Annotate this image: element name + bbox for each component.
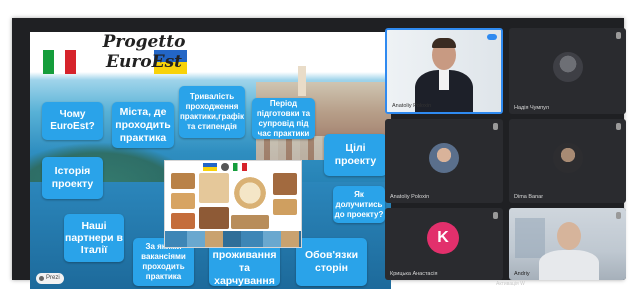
participant-tile-active[interactable]: Anatoliy Poloxin xyxy=(385,28,503,114)
activation-watermark: Активація W xyxy=(496,281,525,287)
food-photo xyxy=(231,215,269,229)
mic-muted-icon xyxy=(616,212,621,219)
participant-tile[interactable]: Надія Чумпул xyxy=(509,28,626,114)
participant-tile[interactable]: Anatoliy Poloxin xyxy=(385,119,503,203)
food-photo xyxy=(273,173,297,195)
coast-photo-strip xyxy=(165,231,301,247)
duties-button[interactable]: Обов'язки сторін xyxy=(296,238,367,286)
avatar xyxy=(553,52,583,82)
title-line-2: EuroEst xyxy=(106,52,182,72)
person-body xyxy=(539,250,599,280)
more-options-icon[interactable] xyxy=(487,34,497,40)
food-photo xyxy=(273,199,297,215)
food-photo xyxy=(171,213,195,229)
participant-name: Крицька Анастасія xyxy=(390,271,438,277)
flag-italy-icon xyxy=(43,50,76,74)
prezi-logo-icon xyxy=(39,276,44,281)
participant-name: Andriy xyxy=(514,271,530,277)
duration-button[interactable]: Тривалість проходження практики,графік т… xyxy=(179,86,245,138)
prezi-label: Prezi xyxy=(46,275,60,281)
partners-button[interactable]: Наші партнери в Італії xyxy=(64,214,124,262)
presentation-title: Progetto EuroEst xyxy=(84,32,204,72)
mic-muted-icon xyxy=(493,123,498,130)
person-head xyxy=(557,222,581,250)
mic-muted-icon xyxy=(493,212,498,219)
why-euroest-button[interactable]: Чому EuroEst? xyxy=(42,102,103,140)
avatar-initial: K xyxy=(427,222,459,254)
join-button[interactable]: Як долучитись до проекту? xyxy=(333,186,385,223)
cities-button[interactable]: Міста, де проходить практика xyxy=(112,102,174,148)
food-plate-photo xyxy=(231,175,269,211)
participant-name: Anatoliy Poloxin xyxy=(392,103,432,109)
window-background xyxy=(515,218,545,258)
avatar xyxy=(429,143,459,173)
mini-flag-ukraine-icon xyxy=(203,163,217,171)
mini-flag-italy-icon xyxy=(233,163,247,171)
mic-muted-icon xyxy=(616,32,621,39)
logo-icon xyxy=(221,163,229,171)
food-photo xyxy=(199,207,229,229)
participant-tile[interactable]: Andriy xyxy=(509,208,626,280)
participant-name: Anatoliy Poloxin xyxy=(390,194,430,200)
person-shirt xyxy=(439,70,449,90)
prezi-badge[interactable]: Prezi xyxy=(36,273,64,284)
participant-tile[interactable]: K Крицька Анастасія xyxy=(385,208,503,280)
avatar xyxy=(553,143,583,173)
preparation-button[interactable]: Період підготовки та супровід під час пр… xyxy=(252,98,315,139)
food-photo xyxy=(199,173,229,203)
goals-button[interactable]: Цілі проекту xyxy=(324,134,387,176)
history-button[interactable]: Історія проекту xyxy=(42,157,103,199)
participant-tile[interactable]: Dima Banar xyxy=(509,119,626,203)
food-collage-image xyxy=(164,160,302,248)
participant-name: Dima Banar xyxy=(514,194,544,200)
mic-muted-icon xyxy=(616,123,621,130)
person-hair xyxy=(432,38,456,48)
participant-name: Надія Чумпул xyxy=(514,105,549,111)
shared-presentation: Progetto EuroEst Чому EuroEst? Міста, де… xyxy=(30,32,391,289)
bell-tower-image xyxy=(298,66,306,96)
food-photo xyxy=(171,173,195,189)
title-line-1: Progetto xyxy=(102,32,186,52)
food-photo xyxy=(171,193,195,209)
video-call-window: Progetto EuroEst Чому EuroEst? Міста, де… xyxy=(12,18,626,289)
collage-flags xyxy=(203,163,263,171)
